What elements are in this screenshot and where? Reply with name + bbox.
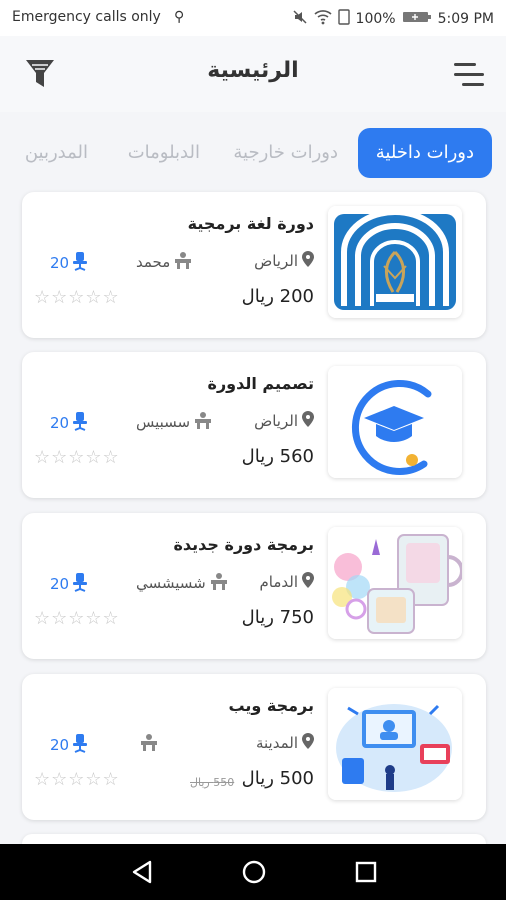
app-bar: الرئيسية (0, 36, 506, 112)
battery-icon (402, 10, 432, 28)
back-icon[interactable] (128, 858, 156, 886)
course-seats: 20 (50, 251, 89, 275)
rating-stars: ☆☆☆☆☆ (34, 769, 120, 790)
chair-icon (71, 572, 89, 596)
course-thumbnail (328, 366, 462, 478)
course-trainer: شسيشسي (136, 572, 229, 594)
category-tabs: دورات داخلية دورات خارجية الدبلومات المد… (0, 128, 506, 180)
home-icon[interactable] (240, 858, 268, 886)
battery-percent: 100% (355, 11, 396, 27)
course-trainer (136, 733, 159, 755)
trainer-name: شسيشسي (136, 574, 206, 592)
seats-count: 20 (50, 575, 70, 593)
course-card[interactable]: برمجة دورة جديدة الدمام شسيشسي 20 750 ري… (22, 513, 486, 659)
tab-trainers[interactable]: المدربين (25, 128, 88, 178)
location-pin-icon (302, 572, 314, 592)
course-thumbnail (328, 688, 462, 800)
location-pin-icon (302, 733, 314, 753)
carrier-status: Emergency calls only (12, 9, 161, 25)
sim-icon (337, 9, 350, 29)
course-price: 200 ريال (241, 286, 314, 307)
trainer-icon (139, 733, 159, 755)
course-seats: 20 (50, 733, 89, 757)
course-trainer: محمد (136, 251, 193, 273)
tab-external-courses[interactable]: دورات خارجية (233, 128, 338, 178)
course-title: دورة لغة برمجية (187, 214, 314, 233)
course-card[interactable] (22, 834, 486, 844)
course-location: الدمام (259, 572, 314, 592)
location-text: المدينة (255, 734, 298, 752)
trainer-name: محمد (136, 253, 171, 271)
location-text: الرياض (254, 252, 298, 270)
chair-icon (71, 251, 89, 275)
mute-icon (292, 9, 308, 29)
course-seats: 20 (50, 572, 89, 596)
location-pin-icon (302, 411, 314, 431)
trainer-icon (173, 251, 193, 273)
seats-count: 20 (50, 414, 70, 432)
seats-count: 20 (50, 736, 70, 754)
course-thumbnail (328, 206, 462, 318)
location-text: الرياض (254, 412, 298, 430)
trainer-icon (193, 411, 213, 433)
page-title: الرئيسية (207, 58, 299, 83)
course-title: برمجة ويب (228, 696, 314, 715)
course-seats: 20 (50, 411, 89, 435)
course-location: المدينة (256, 733, 314, 753)
trainer-icon (209, 572, 229, 594)
course-thumbnail (328, 527, 462, 639)
tab-internal-courses[interactable]: دورات داخلية (357, 128, 492, 178)
course-card[interactable]: برمجة ويب المدينة 20 550 ريال 500 ريال ☆… (22, 674, 486, 820)
seats-count: 20 (50, 254, 70, 272)
menu-icon[interactable] (452, 60, 486, 90)
trainer-name: سسبيس (136, 413, 191, 431)
course-price: 750 ريال (241, 607, 314, 628)
system-navigation-bar (0, 844, 506, 900)
course-title: برمجة دورة جديدة (173, 535, 314, 554)
recents-icon[interactable] (352, 858, 380, 886)
clock: 5:09 PM (437, 11, 494, 27)
location-text: الدمام (259, 573, 298, 591)
course-location: الرياض (254, 411, 314, 431)
course-title: تصميم الدورة (207, 374, 314, 393)
course-old-price: 550 ريال (190, 776, 235, 789)
chair-icon (71, 411, 89, 435)
course-card[interactable]: دورة لغة برمجية الرياض محمد 20 200 ريال … (22, 192, 486, 338)
course-price: 560 ريال (241, 446, 314, 467)
tab-diplomas[interactable]: الدبلومات (128, 128, 200, 178)
usb-icon: ⚲ (174, 9, 185, 25)
location-pin-icon (302, 251, 314, 271)
course-price: 500 ريال (241, 768, 314, 789)
rating-stars: ☆☆☆☆☆ (34, 447, 120, 468)
rating-stars: ☆☆☆☆☆ (34, 608, 120, 629)
course-location: الرياض (254, 251, 314, 271)
course-card[interactable]: تصميم الدورة الرياض سسبيس 20 560 ريال ☆☆… (22, 352, 486, 498)
wifi-icon (314, 9, 332, 29)
status-bar: Emergency calls only ⚲ 100% 5:09 PM (0, 0, 506, 36)
course-trainer: سسبيس (136, 411, 213, 433)
rating-stars: ☆☆☆☆☆ (34, 287, 120, 308)
chair-icon (71, 733, 89, 757)
